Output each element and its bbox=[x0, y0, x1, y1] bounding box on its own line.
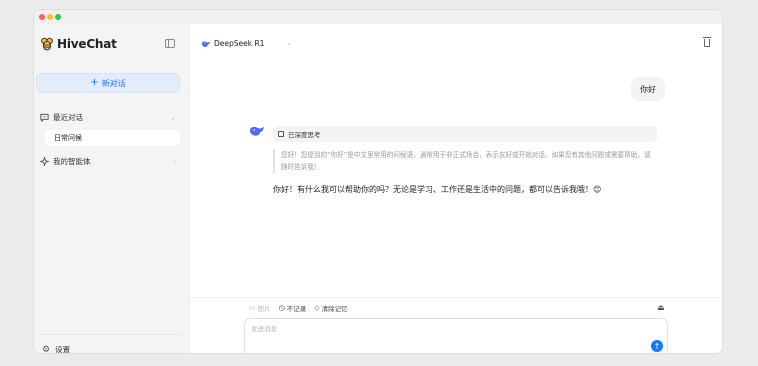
thinking-label: 已深度思考 bbox=[288, 131, 321, 139]
assistant-answer: 你好！有什么我可以帮助你的吗？无论是学习、工作还是生活中的问题，都可以告诉我哦！… bbox=[273, 185, 602, 194]
my-agents-label: 我的智能体 bbox=[53, 157, 91, 166]
new-chat-button[interactable]: + 新对话 bbox=[36, 73, 180, 93]
composer-toolbar: ▭ 图片 ◷ 不记录 ◇ 清除记忆 bbox=[249, 303, 356, 313]
no-record-button[interactable]: ◷ 不记录 bbox=[279, 303, 307, 313]
token-usage-icon[interactable]: ⏏ bbox=[657, 303, 665, 312]
new-chat-label: 新对话 bbox=[101, 78, 126, 88]
conversation-title: 日常问候 bbox=[54, 134, 82, 142]
deepseek-avatar-icon bbox=[250, 126, 264, 136]
composer-divider bbox=[189, 297, 722, 298]
settings-label: 设置 bbox=[55, 345, 71, 353]
no-record-label: 不记录 bbox=[286, 305, 307, 313]
sidebar: HiveChat + 新对话 最近对话 ⌄ 日常问候 我的智能体 › ⚙ 设置 bbox=[34, 24, 190, 353]
minimize-window-button[interactable] bbox=[47, 14, 53, 20]
sidebar-item-daily-greeting[interactable]: 日常问候 bbox=[45, 130, 180, 146]
clear-memory-label: 清除记忆 bbox=[321, 305, 348, 313]
recent-chats-section[interactable]: 最近对话 ⌄ bbox=[40, 112, 176, 123]
window-titlebar bbox=[34, 10, 722, 24]
clear-memory-button[interactable]: ◇ 清除记忆 bbox=[314, 303, 347, 313]
user-message: 你好 bbox=[631, 77, 665, 101]
plus-icon: + bbox=[90, 77, 99, 88]
model-name: DeepSeek R1 bbox=[214, 39, 265, 48]
eraser-icon: ◇ bbox=[314, 304, 320, 312]
sparkle-icon bbox=[40, 157, 49, 166]
close-window-button[interactable] bbox=[39, 14, 45, 20]
chevron-right-icon: › bbox=[173, 157, 176, 166]
app-window: HiveChat + 新对话 最近对话 ⌄ 日常问候 我的智能体 › ⚙ 设置 … bbox=[34, 10, 722, 353]
bee-logo-icon bbox=[41, 37, 53, 51]
sidebar-toggle-icon[interactable] bbox=[165, 39, 175, 48]
chat-bubble-icon bbox=[40, 113, 49, 122]
image-icon: ▭ bbox=[249, 304, 256, 312]
chevron-down-icon: ⌄ bbox=[170, 113, 176, 122]
brand-name: HiveChat bbox=[57, 37, 117, 51]
image-upload-button[interactable]: ▭ 图片 bbox=[249, 303, 271, 313]
gear-icon: ⚙ bbox=[42, 344, 51, 354]
model-selector[interactable]: DeepSeek R1 ⌄ bbox=[201, 39, 292, 48]
sidebar-divider bbox=[40, 334, 180, 335]
thinking-content: 您好！您提到的“你好”是中文里常用的问候语，通常用于非正式场合，表示友好或开始对… bbox=[273, 149, 657, 173]
my-agents-section[interactable]: 我的智能体 › bbox=[40, 156, 176, 167]
recent-chats-label: 最近对话 bbox=[53, 113, 83, 122]
settings-button[interactable]: ⚙ 设置 bbox=[42, 344, 71, 354]
maximize-window-button[interactable] bbox=[55, 14, 61, 20]
clock-icon: ◷ bbox=[278, 304, 285, 312]
chevron-down-icon: ⌄ bbox=[286, 40, 292, 47]
deepseek-whale-icon bbox=[201, 40, 211, 47]
brain-icon bbox=[278, 131, 284, 137]
message-input[interactable] bbox=[251, 323, 631, 341]
brand: HiveChat bbox=[40, 36, 117, 52]
message-composer: ↑ bbox=[244, 318, 668, 353]
thinking-toggle[interactable]: 已深度思考 bbox=[273, 126, 657, 142]
user-message-text: 你好 bbox=[640, 84, 656, 94]
chat-main: DeepSeek R1 ⌄ 你好 已深度思考 您好！您提到的“你好”是中文里常用… bbox=[189, 24, 722, 353]
image-label: 图片 bbox=[257, 305, 271, 313]
trash-icon[interactable] bbox=[703, 37, 711, 47]
send-button[interactable]: ↑ bbox=[651, 340, 663, 352]
